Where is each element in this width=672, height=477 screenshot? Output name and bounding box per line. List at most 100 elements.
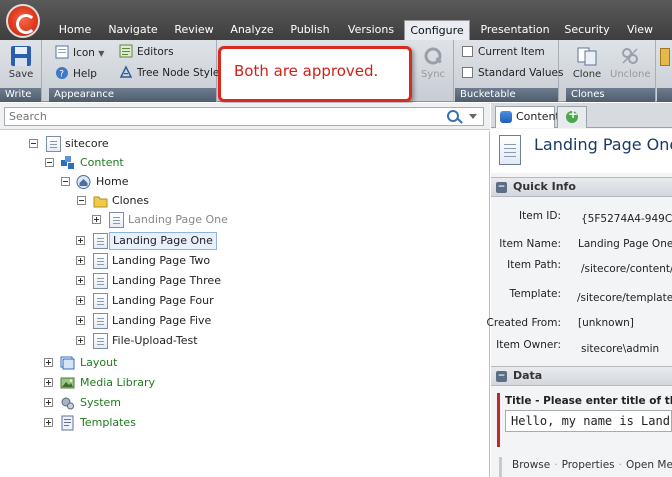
item-header: Landing Page One [491, 129, 672, 173]
unclone-label: Unclone [610, 69, 651, 80]
editors-button[interactable]: Editors [119, 44, 174, 58]
sync-button[interactable]: Sync [418, 45, 448, 80]
tree-node-label[interactable]: Content [80, 154, 124, 172]
tree-node-label[interactable]: Landing Page Three [112, 272, 221, 290]
svg-text:?: ? [59, 70, 64, 80]
item-name-label: Item Name: [499, 238, 561, 250]
tree-node-label[interactable]: Layout [80, 354, 117, 372]
tree-node-clones[interactable]: Clones [77, 192, 197, 210]
link-separator: · [554, 459, 558, 471]
tree-node-label[interactable]: Clones [112, 192, 149, 210]
properties-link[interactable]: Properties [562, 459, 615, 471]
unclone-button[interactable]: Unclone [610, 45, 651, 80]
tab-navigate[interactable]: Navigate [104, 20, 162, 40]
link-separator: · [618, 459, 622, 471]
expand-icon[interactable] [44, 398, 53, 407]
tab-analyze[interactable]: Analyze [227, 20, 277, 40]
sitecore-logo-icon[interactable] [6, 4, 40, 38]
tree-node-landing-page-one[interactable]: Landing Page One [76, 232, 226, 250]
tree-node-label[interactable]: Landing Page Five [112, 312, 211, 330]
title-field-input[interactable]: Hello, my name is Land [505, 410, 672, 432]
data-section-header[interactable]: − Data [491, 366, 672, 386]
collapse-section-icon[interactable]: − [496, 182, 507, 193]
quick-info-section-header[interactable]: − Quick Info [491, 177, 672, 197]
tree-node-label[interactable]: Home [96, 173, 128, 191]
expand-icon[interactable] [44, 378, 53, 387]
document-icon [93, 273, 108, 289]
standard-values-checkbox-box[interactable] [462, 67, 473, 78]
title-field-label: Title - Please enter title of the [505, 395, 672, 407]
expand-icon[interactable] [76, 336, 85, 345]
help-button-label: Help [73, 68, 97, 80]
expand-icon[interactable] [76, 316, 85, 325]
tree-node-landing-page-two[interactable]: Landing Page Two [76, 252, 226, 270]
tree-node-label[interactable]: Templates [80, 414, 136, 432]
tab-view[interactable]: View [622, 20, 658, 40]
save-label: Save [8, 69, 34, 80]
search-input[interactable] [4, 107, 484, 126]
standard-values-checkbox[interactable]: Standard Values [462, 67, 563, 79]
browse-link[interactable]: Browse [512, 459, 550, 471]
tree-node-media-library[interactable]: Media Library [44, 374, 184, 392]
tree-node-label[interactable]: Media Library [80, 374, 155, 392]
sync-label: Sync [420, 69, 446, 80]
expand-icon[interactable] [44, 358, 53, 367]
tree-node-label[interactable]: Landing Page One [109, 232, 217, 250]
tab-content[interactable]: Content [495, 106, 560, 128]
tab-security[interactable]: Security [562, 20, 612, 40]
tree-node-label[interactable]: sitecore [65, 135, 109, 153]
current-item-checkbox-box[interactable] [462, 46, 473, 57]
collapse-icon[interactable] [45, 158, 54, 167]
expand-icon[interactable] [76, 236, 85, 245]
tree-node-label[interactable]: Landing Page One [128, 211, 228, 229]
tree-node-home[interactable]: Home [61, 173, 181, 191]
tab-review[interactable]: Review [170, 20, 218, 40]
expand-icon[interactable] [92, 215, 101, 224]
item-id-label: Item ID: [519, 210, 561, 222]
help-button[interactable]: ? Help [55, 66, 97, 80]
tree-node-content[interactable]: Content [45, 154, 165, 172]
tab-home[interactable]: Home [56, 20, 94, 40]
expand-icon[interactable] [44, 418, 53, 427]
open-media-link[interactable]: Open Med [626, 459, 672, 471]
tree-node-file-upload-test[interactable]: File-Upload-Test [76, 332, 226, 350]
partial-group-icon [660, 48, 670, 66]
tree-node-layout[interactable]: Layout [44, 354, 164, 372]
search-options-chevron-icon[interactable] [469, 114, 477, 119]
tree-node-landing-page-three[interactable]: Landing Page Three [76, 272, 226, 290]
tab-configure[interactable]: Configure [404, 20, 470, 40]
media-field-links: Browse·Properties·Open Med [499, 457, 672, 477]
tree-node-sitecore[interactable]: sitecore [29, 135, 149, 153]
expand-icon[interactable] [76, 276, 85, 285]
tree-node-label[interactable]: Landing Page Two [112, 252, 210, 270]
clone-button[interactable]: Clone [570, 45, 604, 80]
save-button[interactable]: Save [4, 45, 38, 80]
tree-node-landing-page-four[interactable]: Landing Page Four [76, 292, 226, 310]
tree-node-label[interactable]: System [80, 394, 121, 412]
layout-icon [60, 356, 75, 370]
tree-node-label[interactable]: Landing Page Four [112, 292, 214, 310]
current-item-checkbox[interactable]: Current Item [462, 46, 545, 58]
collapse-section-icon[interactable]: − [496, 371, 507, 382]
collapse-icon[interactable] [29, 139, 38, 148]
editor-tabs: Content [491, 103, 672, 128]
expand-icon[interactable] [76, 296, 85, 305]
appearance-group: Icon ▼ ? Help Editors Tree Node Style App… [49, 40, 219, 102]
document-icon [93, 313, 108, 329]
tab-presentation[interactable]: Presentation [476, 20, 554, 40]
tree-node-landing-page-five[interactable]: Landing Page Five [76, 312, 226, 330]
tree-node-templates[interactable]: Templates [44, 414, 164, 432]
collapse-icon[interactable] [61, 177, 70, 186]
search-icon[interactable] [447, 110, 459, 122]
add-tab-button[interactable] [557, 106, 587, 128]
expand-icon[interactable] [76, 256, 85, 265]
tab-publish[interactable]: Publish [286, 20, 334, 40]
tab-versions[interactable]: Versions [344, 20, 398, 40]
tree-node-clone-landing-page-one[interactable]: Landing Page One [92, 211, 242, 229]
icon-button[interactable]: Icon ▼ [55, 45, 104, 59]
tree-node-system[interactable]: System [44, 394, 164, 412]
collapse-icon[interactable] [77, 196, 86, 205]
templates-icon [61, 415, 74, 431]
tree-node-label[interactable]: File-Upload-Test [112, 332, 198, 350]
tree-node-style-button[interactable]: Tree Node Style [119, 65, 219, 79]
